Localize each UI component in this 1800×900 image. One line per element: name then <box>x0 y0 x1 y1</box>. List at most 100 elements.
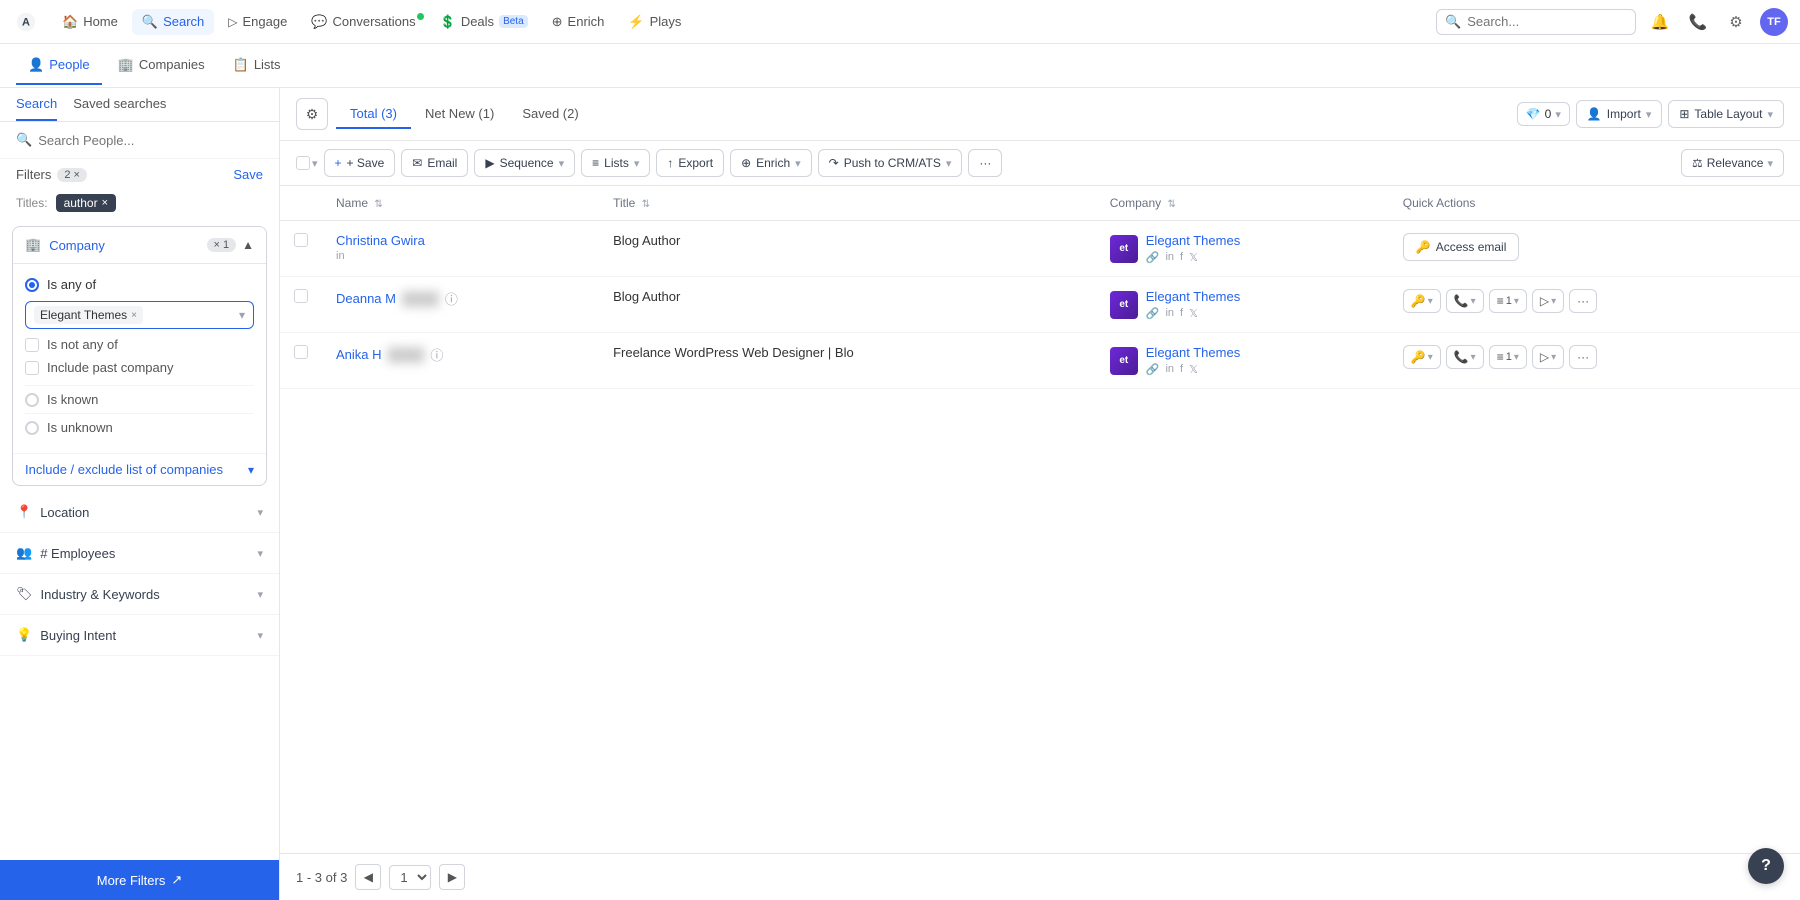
row1-checkbox[interactable] <box>294 233 308 247</box>
phone-icon[interactable]: 📞 <box>1684 8 1712 36</box>
row2-sequence-action-btn[interactable]: ≡ 1 ▾ <box>1489 289 1527 313</box>
credit-count[interactable]: 💎 0 ▾ <box>1517 102 1570 126</box>
row3-link-twitter-icon[interactable]: 𝕏 <box>1189 363 1198 376</box>
lists-button[interactable]: ≡ Lists ▾ <box>581 149 650 177</box>
row3-link-facebook-icon[interactable]: f <box>1180 363 1183 376</box>
row3-send-action-btn[interactable]: ▷ ▾ <box>1532 345 1564 369</box>
more-actions-button[interactable]: ··· <box>968 149 1002 177</box>
dropdown-arrow-icon[interactable]: ▾ <box>239 308 245 322</box>
company-filter-header[interactable]: 🏢 Company × 1 ▲ <box>13 227 266 263</box>
employees-filter-section[interactable]: 👥 # Employees ▾ <box>0 533 279 574</box>
row2-send-action-btn[interactable]: ▷ ▾ <box>1532 289 1564 313</box>
row3-send-chevron-icon: ▾ <box>1551 352 1556 363</box>
is-any-of-option[interactable]: Is any of <box>25 272 254 297</box>
location-filter-section[interactable]: 📍 Location ▾ <box>0 492 279 533</box>
select-all-checkbox[interactable]: ▾ <box>296 156 318 170</box>
table-layout-button[interactable]: ⊞ Table Layout ▾ <box>1668 100 1784 128</box>
row1-link-web-icon[interactable]: 🔗 <box>1146 251 1160 264</box>
row3-link-linkedin-icon[interactable]: in <box>1165 363 1174 376</box>
is-unknown-option[interactable]: Is unknown <box>25 413 254 441</box>
industry-filter-section[interactable]: 🏷 Industry & Keywords ▾ <box>0 574 279 615</box>
email-button[interactable]: ✉ Email <box>401 149 468 177</box>
page-select[interactable]: 1 <box>389 865 431 890</box>
company-tag-input[interactable]: Elegant Themes × ▾ <box>25 301 254 329</box>
row3-checkbox[interactable] <box>294 345 308 359</box>
search-input[interactable] <box>1467 14 1627 29</box>
row3-company-name[interactable]: Elegant Themes <box>1146 345 1240 360</box>
nav-item-enrich[interactable]: ⊕ Enrich <box>542 9 615 35</box>
row2-company-name[interactable]: Elegant Themes <box>1146 289 1240 304</box>
save-button[interactable]: + + Save <box>324 149 396 177</box>
nav-item-home[interactable]: 🏠 Home <box>52 9 128 35</box>
filter-tag-x[interactable]: × <box>102 197 108 209</box>
nav-item-plays[interactable]: ⚡ Plays <box>618 9 691 35</box>
push-crm-button[interactable]: ↷ Push to CRM/ATS ▾ <box>818 149 963 177</box>
settings-icon[interactable]: ⚙ <box>1722 8 1750 36</box>
row3-name[interactable]: Anika H <box>336 347 382 362</box>
nav-item-engage[interactable]: ▷ Engage <box>218 9 297 34</box>
tab-netnew[interactable]: Net New (1) <box>411 100 508 129</box>
row3-link-web-icon[interactable]: 🔗 <box>1146 363 1160 376</box>
include-past-company-option[interactable]: Include past company <box>25 356 254 379</box>
col-name[interactable]: Name ⇅ <box>322 186 599 221</box>
row3-phone-action-btn[interactable]: 📞 ▾ <box>1446 345 1484 369</box>
nav-item-search[interactable]: 🔍 Search <box>132 9 214 35</box>
sub-nav-item-people[interactable]: 👤 People <box>16 47 102 85</box>
export-button[interactable]: ↑ Export <box>656 149 724 177</box>
row2-link-twitter-icon[interactable]: 𝕏 <box>1189 307 1198 320</box>
more-filters-button[interactable]: More Filters ↗ <box>0 860 279 900</box>
avatar[interactable]: TF <box>1760 8 1788 36</box>
relevance-button[interactable]: ⚖ Relevance ▾ <box>1681 149 1784 177</box>
row2-phone-action-btn[interactable]: 📞 ▾ <box>1446 289 1484 313</box>
is-not-any-of-option[interactable]: Is not any of <box>25 333 254 356</box>
buying-intent-filter-section[interactable]: 💡 Buying Intent ▾ <box>0 615 279 656</box>
row2-info-icon[interactable]: ⓘ <box>445 289 458 308</box>
row1-company-name[interactable]: Elegant Themes <box>1146 233 1240 248</box>
nav-item-deals[interactable]: 💲 Deals Beta <box>430 9 538 35</box>
include-exclude-link[interactable]: Include / exclude list of companies ▾ <box>13 453 266 485</box>
app-logo[interactable]: A <box>12 8 40 36</box>
enrich-button[interactable]: ⊕ Enrich ▾ <box>730 149 812 177</box>
import-button[interactable]: 👤 Import ▾ <box>1576 100 1663 128</box>
row2-link-web-icon[interactable]: 🔗 <box>1146 307 1160 320</box>
row2-name[interactable]: Deanna M <box>336 291 396 306</box>
sidebar-search-input[interactable] <box>38 133 263 148</box>
row1-access-email-button[interactable]: 🔑 Access email <box>1403 233 1520 261</box>
tab-saved[interactable]: Saved (2) <box>508 100 592 129</box>
row2-link-facebook-icon[interactable]: f <box>1180 307 1183 320</box>
row3-sequence-action-btn[interactable]: ≡ 1 ▾ <box>1489 345 1527 369</box>
row3-more-action-btn[interactable]: ··· <box>1569 345 1597 369</box>
col-company[interactable]: Company ⇅ <box>1096 186 1389 221</box>
row2-email-action-btn[interactable]: 🔑 ▾ <box>1403 289 1441 313</box>
help-button[interactable]: ? <box>1748 848 1784 884</box>
row1-link-twitter-icon[interactable]: 𝕏 <box>1189 251 1198 264</box>
row3-info-icon[interactable]: ⓘ <box>430 345 443 364</box>
sidebar-tab-search[interactable]: Search <box>16 96 57 121</box>
global-search-box[interactable]: 🔍 <box>1436 9 1636 35</box>
sidebar-tab-saved[interactable]: Saved searches <box>73 96 166 121</box>
page-next-btn[interactable]: ▶ <box>439 864 465 890</box>
notifications-bell-icon[interactable]: 🔔 <box>1646 8 1674 36</box>
col-quick-actions: Quick Actions <box>1389 186 1800 221</box>
company-count-x[interactable]: × <box>214 239 220 251</box>
row2-more-action-btn[interactable]: ··· <box>1569 289 1597 313</box>
filter-icon-button[interactable]: ⚙ <box>296 98 328 130</box>
tab-total[interactable]: Total (3) <box>336 100 411 129</box>
sub-nav-item-lists[interactable]: 📋 Lists <box>221 47 293 85</box>
company-tag-chip: Elegant Themes × <box>34 306 143 324</box>
row2-checkbox[interactable] <box>294 289 308 303</box>
row3-email-action-btn[interactable]: 🔑 ▾ <box>1403 345 1441 369</box>
is-known-option[interactable]: Is known <box>25 385 254 413</box>
row1-link-linkedin-icon[interactable]: in <box>1165 251 1174 264</box>
company-tag-x[interactable]: × <box>131 310 137 321</box>
page-prev-btn[interactable]: ◀ <box>355 864 381 890</box>
row1-link-facebook-icon[interactable]: f <box>1180 251 1183 264</box>
row1-name[interactable]: Christina Gwira <box>336 233 585 248</box>
save-link[interactable]: Save <box>233 167 263 182</box>
col-title[interactable]: Title ⇅ <box>599 186 1096 221</box>
filter-count-x[interactable]: × <box>74 169 80 181</box>
row2-link-linkedin-icon[interactable]: in <box>1165 307 1174 320</box>
sub-nav-item-companies[interactable]: 🏢 Companies <box>106 47 217 85</box>
sequence-button[interactable]: ▶ Sequence ▾ <box>474 149 575 177</box>
nav-item-conversations[interactable]: 💬 Conversations <box>301 9 425 35</box>
